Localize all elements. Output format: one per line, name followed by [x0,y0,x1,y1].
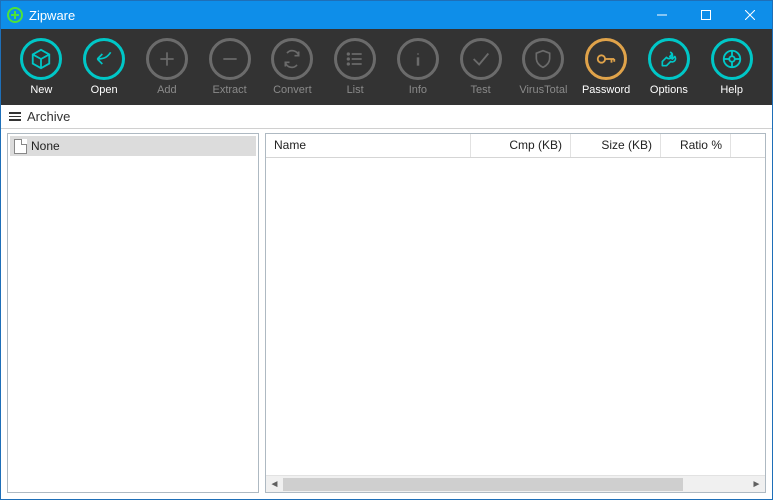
open-button[interactable]: Open [80,38,129,96]
tree-pane: None [7,133,259,493]
column-header-name[interactable]: Name [266,134,471,157]
main-split: None Name Cmp (KB) Size (KB) Ratio % ◄ ► [1,129,772,499]
list-body [266,158,765,475]
toolbar-label-password: Password [582,84,630,96]
minimize-button[interactable] [640,1,684,29]
menu-icon[interactable] [9,112,21,121]
password-button[interactable]: Password [582,38,631,96]
toolbar: New Open Add Extract Convert List Info T… [1,29,772,105]
add-button: Add [143,38,192,96]
file-icon [14,139,27,154]
toolbar-label-extract: Extract [213,84,247,96]
horizontal-scrollbar[interactable]: ◄ ► [266,475,765,492]
tree-item-none[interactable]: None [10,136,256,156]
scroll-left-arrow[interactable]: ◄ [266,476,283,492]
convert-button: Convert [268,38,317,96]
list-pane: Name Cmp (KB) Size (KB) Ratio % ◄ ► [265,133,766,493]
breadcrumb-label: Archive [27,109,70,124]
scroll-track[interactable] [283,476,748,492]
toolbar-label-virustotal: VirusTotal [519,84,567,96]
info-button: Info [394,38,443,96]
toolbar-label-info: Info [409,84,427,96]
toolbar-label-open: Open [91,84,118,96]
scroll-thumb[interactable] [283,478,683,491]
toolbar-label-options: Options [650,84,688,96]
app-title: Zipware [29,8,75,23]
new-button[interactable]: New [17,38,66,96]
toolbar-label-new: New [30,84,52,96]
extract-button: Extract [205,38,254,96]
list-button: List [331,38,380,96]
app-icon [7,7,23,23]
options-button[interactable]: Options [645,38,694,96]
breadcrumb: Archive [1,105,772,129]
titlebar: Zipware [1,1,772,29]
test-button: Test [456,38,505,96]
help-button[interactable]: Help [707,38,756,96]
scroll-right-arrow[interactable]: ► [748,476,765,492]
toolbar-label-add: Add [157,84,177,96]
toolbar-label-help: Help [720,84,743,96]
column-header-cmp[interactable]: Cmp (KB) [471,134,571,157]
tree-item-label: None [31,139,60,153]
toolbar-label-convert: Convert [273,84,312,96]
toolbar-label-test: Test [471,84,491,96]
virustotal-button: VirusTotal [519,38,568,96]
close-button[interactable] [728,1,772,29]
column-header-size[interactable]: Size (KB) [571,134,661,157]
list-header: Name Cmp (KB) Size (KB) Ratio % [266,134,765,158]
column-header-ratio[interactable]: Ratio % [661,134,731,157]
maximize-button[interactable] [684,1,728,29]
toolbar-label-list: List [347,84,364,96]
